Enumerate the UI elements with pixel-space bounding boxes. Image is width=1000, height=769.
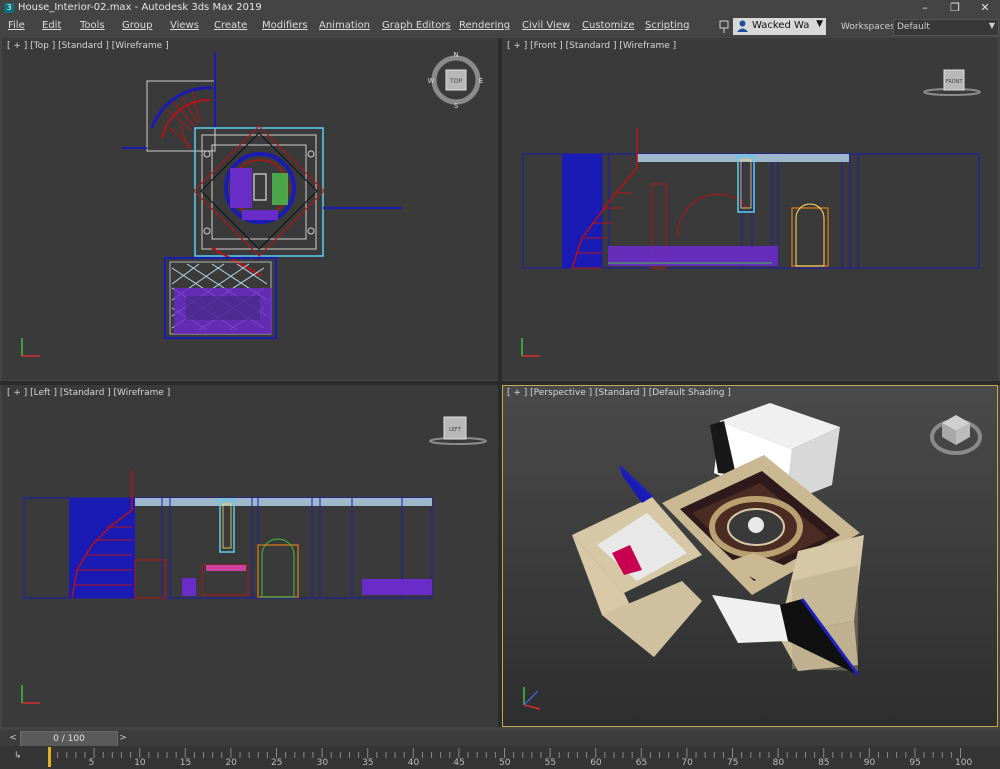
perspective-view-render	[503, 386, 997, 726]
maximize-button[interactable]: ❐	[940, 0, 970, 16]
menu-create[interactable]: Create	[214, 20, 247, 31]
timeline-tick-label: 5	[88, 758, 95, 768]
timeline-playhead[interactable]	[48, 747, 51, 767]
viewport-left[interactable]: [ + ] [Left ] [Standard ] [Wireframe ] L…	[2, 385, 498, 727]
menu-views[interactable]: Views	[170, 20, 199, 31]
menu-scripting[interactable]: Scripting	[645, 20, 689, 31]
timeline-tick-label: 100	[955, 758, 973, 768]
timeline-tick-label: 30	[316, 758, 329, 768]
menu-customize[interactable]: Customize	[582, 20, 635, 31]
viewport-perspective[interactable]: [ + ] [Perspective ] [Standard ] [Defaul…	[502, 385, 998, 727]
pin-icon[interactable]	[718, 20, 730, 34]
viewport-label-front[interactable]: [ + ] [Front ] [Standard ] [Wireframe ]	[507, 41, 676, 51]
menu-group[interactable]: Group	[122, 20, 152, 31]
viewcube-icon[interactable]: FRONT	[922, 64, 982, 98]
svg-text:E: E	[479, 77, 483, 85]
svg-text:FRONT: FRONT	[945, 79, 963, 85]
timeline-tick-label: 75	[727, 758, 739, 768]
viewport-front[interactable]: [ + ] [Front ] [Standard ] [Wireframe ] …	[502, 38, 998, 380]
viewport-label-top[interactable]: [ + ] [Top ] [Standard ] [Wireframe ]	[7, 41, 169, 51]
menu-modifiers[interactable]: Modifiers	[262, 20, 308, 31]
chevron-down-icon: ▼	[988, 21, 995, 30]
timeline-tick-label: 15	[179, 758, 192, 768]
chevron-right-icon[interactable]: >	[118, 732, 128, 744]
timeline-tick-label: 60	[590, 758, 602, 768]
timeline-tick-label: 25	[271, 758, 283, 768]
timeline-tick-label: 70	[681, 758, 693, 768]
viewport-label-perspective[interactable]: [ + ] [Perspective ] [Standard ] [Defaul…	[507, 388, 731, 398]
user-icon	[737, 20, 748, 32]
track-bar-toggle-icon[interactable]: ↳	[14, 751, 22, 761]
top-view-wireframe	[21, 52, 402, 357]
viewcube-icon[interactable]: LEFT	[428, 413, 488, 447]
timeline-tick-label: 20	[225, 758, 237, 768]
window-title: House_Interior-02.max - Autodesk 3ds Max…	[18, 2, 262, 13]
minimize-button[interactable]: –	[910, 0, 940, 16]
viewport-label-left[interactable]: [ + ] [Left ] [Standard ] [Wireframe ]	[7, 388, 170, 398]
viewcube-icon[interactable]: TOP N S E W	[426, 50, 486, 110]
chevron-left-icon[interactable]: <	[8, 732, 18, 744]
timeline-tick-label: 90	[863, 758, 876, 768]
user-account-dropdown[interactable]: Wacked Wa ▼	[733, 18, 826, 35]
workspace-value: Default	[897, 22, 930, 32]
svg-text:TOP: TOP	[449, 78, 462, 85]
title-bar: 3 House_Interior-02.max - Autodesk 3ds M…	[0, 0, 1000, 16]
menu-rendering[interactable]: Rendering	[459, 20, 510, 31]
timeline-tick-label: 50	[499, 758, 511, 768]
workspaces-select[interactable]: Default ▼	[893, 19, 999, 36]
timeline-tick-label: 35	[362, 758, 374, 768]
user-name: Wacked Wa	[752, 20, 810, 31]
viewport-top[interactable]: [ + ] [Top ] [Standard ] [Wireframe ] TO…	[2, 38, 498, 380]
svg-text:W: W	[428, 77, 435, 85]
3ds-max-icon[interactable]: 3	[4, 3, 14, 13]
left-view-wireframe	[21, 470, 433, 704]
timeline-tick-label: 85	[818, 758, 830, 768]
timeline-tick-label: 10	[134, 758, 146, 768]
viewcube-icon[interactable]	[928, 405, 984, 461]
close-button[interactable]: ✕	[970, 0, 1000, 16]
menu-file[interactable]: File	[8, 20, 25, 31]
timeline-tick-label: 80	[772, 758, 785, 768]
menu-tools[interactable]: Tools	[80, 20, 105, 31]
menu-civil-view[interactable]: Civil View	[522, 20, 570, 31]
menu-graph-editors[interactable]: Graph Editors	[382, 20, 451, 31]
timeline-tick-label: 45	[453, 758, 465, 768]
workspaces-label: Workspaces:	[841, 22, 898, 32]
svg-text:N: N	[453, 51, 458, 59]
svg-text:S: S	[454, 102, 459, 110]
time-slider-thumb[interactable]: 0 / 100	[20, 731, 118, 747]
timeline-tick-label: 40	[407, 758, 420, 768]
timeline-tick-label: 55	[544, 758, 557, 768]
timeline-tick-label: 65	[635, 758, 648, 768]
menu-animation[interactable]: Animation	[319, 20, 370, 31]
time-slider-bar	[0, 730, 1000, 746]
svg-text:LEFT: LEFT	[449, 427, 462, 433]
chevron-down-icon: ▼	[816, 19, 823, 29]
timeline-tick-label: 95	[909, 758, 921, 768]
menu-edit[interactable]: Edit	[42, 20, 61, 31]
